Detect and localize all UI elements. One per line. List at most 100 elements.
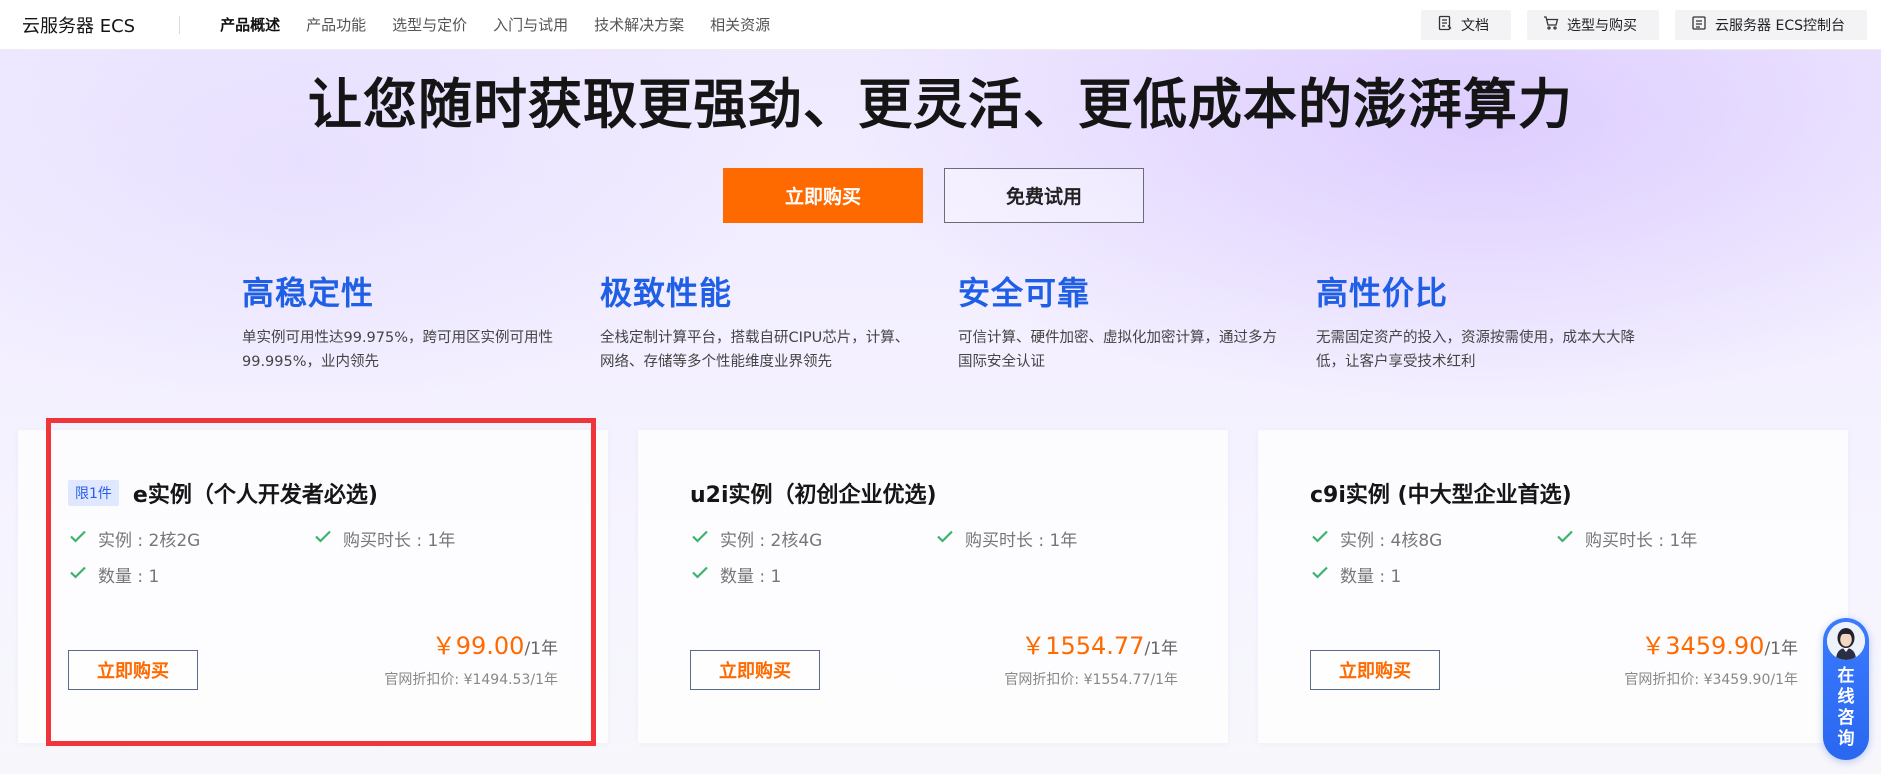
spec-instance-text: 实例 : 2核2G: [98, 531, 201, 551]
card-title-row: u2i实例（初创企业优选): [690, 478, 1178, 508]
console-button-label: 云服务器 ECS控制台: [1715, 18, 1845, 34]
card-buy-button[interactable]: 立即购买: [68, 650, 198, 690]
spec-quantity: 数量 : 1: [690, 562, 781, 587]
select-buy-button[interactable]: 选型与购买: [1527, 10, 1660, 40]
agent-avatar-icon: [1827, 622, 1865, 660]
nav-link-features[interactable]: 产品功能: [306, 14, 366, 35]
card-content: u2i实例（初创企业优选) 实例 : 2核4G 购买时长 : 1年 数量 : 1…: [690, 478, 1178, 743]
spec-duration-text: 购买时长 : 1年: [1585, 531, 1698, 551]
check-icon: [690, 526, 710, 551]
nav-links: 产品概述 产品功能 选型与定价 入门与试用 技术解决方案 相关资源: [220, 14, 770, 35]
price-unit: /1年: [1144, 639, 1178, 659]
online-consult-button[interactable]: 在 线 咨 询: [1823, 618, 1869, 760]
consult-char: 咨: [1837, 708, 1855, 728]
hero-title: 让您随时获取更强劲、更灵活、更低成本的澎湃算力: [308, 73, 1573, 136]
hero-buy-button[interactable]: 立即购买: [723, 168, 923, 223]
feature-performance: 极致性能 全栈定制计算平台，搭载自研CIPU芯片，计算、网络、存储等多个性能维度…: [600, 268, 920, 374]
card-title-row: 限1件 e实例（个人开发者必选): [68, 478, 558, 508]
card-price-block: ￥1554.77/1年 官网折扣价: ¥1554.77/1年: [1004, 626, 1178, 689]
feature-desc: 可信计算、硬件加密、虚拟化加密计算，通过多方国际安全认证: [958, 330, 1277, 370]
product-card-e-instance: 限1件 e实例（个人开发者必选) 实例 : 2核2G 购买时长 : 1年 数量 …: [18, 430, 608, 743]
nav-link-resources[interactable]: 相关资源: [710, 14, 770, 35]
check-icon: [68, 526, 88, 551]
console-icon: [1691, 15, 1707, 35]
feature-value: 高性价比 无需固定资产的投入，资源按需使用，成本大大降低，让客户享受技术红利: [1316, 268, 1636, 374]
feature-title: 极致性能: [600, 274, 733, 312]
spec-instance-text: 实例 : 2核4G: [720, 531, 823, 551]
feature-security: 安全可靠 可信计算、硬件加密、虚拟化加密计算，通过多方国际安全认证: [958, 268, 1278, 374]
check-icon: [1555, 526, 1575, 551]
hero-trial-button[interactable]: 免费试用: [944, 168, 1144, 223]
card-original-price: 官网折扣价: ¥3459.90/1年: [1624, 672, 1798, 688]
check-icon: [690, 562, 710, 587]
card-content: c9i实例 (中大型企业首选) 实例 : 4核8G 购买时长 : 1年 数量 :…: [1310, 478, 1798, 743]
spec-instance: 实例 : 4核8G: [1310, 526, 1442, 551]
top-nav: 云服务器 ECS 产品概述 产品功能 选型与定价 入门与试用 技术解决方案 相关…: [0, 0, 1881, 50]
price-value: ￥1554.77: [1021, 632, 1145, 660]
product-card-u2i-instance: u2i实例（初创企业优选) 实例 : 2核4G 购买时长 : 1年 数量 : 1…: [638, 430, 1228, 743]
consult-char: 线: [1837, 687, 1855, 707]
spec-quantity: 数量 : 1: [1310, 562, 1401, 587]
check-icon: [313, 526, 333, 551]
spec-instance: 实例 : 2核2G: [68, 526, 200, 551]
card-price: ￥99.00/1年: [384, 626, 558, 661]
spec-duration-text: 购买时长 : 1年: [343, 531, 456, 551]
docs-button-label: 文档: [1461, 18, 1490, 34]
card-buy-button[interactable]: 立即购买: [690, 650, 820, 690]
card-title: e实例（个人开发者必选): [132, 483, 378, 508]
feature-desc: 无需固定资产的投入，资源按需使用，成本大大降低，让客户享受技术红利: [1316, 330, 1635, 370]
spec-quantity-text: 数量 : 1: [720, 567, 782, 587]
check-icon: [1310, 526, 1330, 551]
price-value: ￥3459.90: [1641, 632, 1765, 660]
card-price-block: ￥99.00/1年 官网折扣价: ¥1494.53/1年: [384, 626, 558, 689]
product-brand[interactable]: 云服务器 ECS: [22, 12, 135, 38]
check-icon: [1310, 562, 1330, 587]
card-content: 限1件 e实例（个人开发者必选) 实例 : 2核2G 购买时长 : 1年 数量 …: [68, 478, 558, 743]
price-value: ￥99.00: [431, 632, 525, 660]
card-title: u2i实例（初创企业优选): [690, 483, 937, 508]
feature-title: 高性价比: [1316, 274, 1449, 312]
spec-duration: 购买时长 : 1年: [1555, 526, 1697, 551]
price-unit: /1年: [1764, 639, 1798, 659]
card-title-row: c9i实例 (中大型企业首选): [1310, 478, 1798, 508]
card-title: c9i实例 (中大型企业首选): [1310, 483, 1572, 508]
card-original-price: 官网折扣价: ¥1554.77/1年: [1004, 672, 1178, 688]
nav-link-pricing[interactable]: 选型与定价: [392, 14, 467, 35]
card-price: ￥1554.77/1年: [1004, 626, 1178, 661]
check-icon: [68, 562, 88, 587]
price-unit: /1年: [524, 639, 558, 659]
card-buy-button[interactable]: 立即购买: [1310, 650, 1440, 690]
spec-quantity-text: 数量 : 1: [1340, 567, 1402, 587]
limit-badge: 限1件: [68, 480, 119, 506]
spec-quantity: 数量 : 1: [68, 562, 159, 587]
feature-desc: 全栈定制计算平台，搭载自研CIPU芯片，计算、网络、存储等多个性能维度业界领先: [600, 330, 910, 370]
spec-duration: 购买时长 : 1年: [935, 526, 1077, 551]
feature-desc: 单实例可用性达99.975%，跨可用区实例可用性99.995%，业内领先: [242, 330, 554, 370]
spec-instance: 实例 : 2核4G: [690, 526, 822, 551]
card-price-block: ￥3459.90/1年 官网折扣价: ¥3459.90/1年: [1624, 626, 1798, 689]
card-original-price: 官网折扣价: ¥1494.53/1年: [384, 672, 558, 688]
nav-link-getting-started[interactable]: 入门与试用: [493, 14, 568, 35]
console-button[interactable]: 云服务器 ECS控制台: [1675, 10, 1867, 40]
card-price: ￥3459.90/1年: [1624, 626, 1798, 661]
feature-title: 高稳定性: [242, 274, 375, 312]
nav-right-actions: 文档 选型与购买 云服务器 ECS控制台: [1421, 10, 1867, 40]
product-card-c9i-instance: c9i实例 (中大型企业首选) 实例 : 4核8G 购买时长 : 1年 数量 :…: [1258, 430, 1848, 743]
spec-duration: 购买时长 : 1年: [313, 526, 455, 551]
consult-char: 询: [1837, 729, 1855, 749]
select-buy-button-label: 选型与购买: [1567, 18, 1638, 34]
spec-duration-text: 购买时长 : 1年: [965, 531, 1078, 551]
cart-icon: [1543, 15, 1559, 35]
page: 云服务器 ECS 产品概述 产品功能 选型与定价 入门与试用 技术解决方案 相关…: [0, 0, 1881, 774]
nav-link-solutions[interactable]: 技术解决方案: [594, 14, 684, 35]
docs-button[interactable]: 文档: [1421, 10, 1512, 40]
check-icon: [935, 526, 955, 551]
document-icon: [1437, 15, 1453, 35]
consult-label: 在 线 咨 询: [1823, 666, 1869, 750]
spec-instance-text: 实例 : 4核8G: [1340, 531, 1443, 551]
nav-link-overview[interactable]: 产品概述: [220, 14, 280, 35]
consult-char: 在: [1837, 666, 1855, 686]
nav-divider: [179, 15, 181, 34]
feature-stability: 高稳定性 单实例可用性达99.975%，跨可用区实例可用性99.995%，业内领…: [242, 268, 562, 374]
spec-quantity-text: 数量 : 1: [98, 567, 160, 587]
